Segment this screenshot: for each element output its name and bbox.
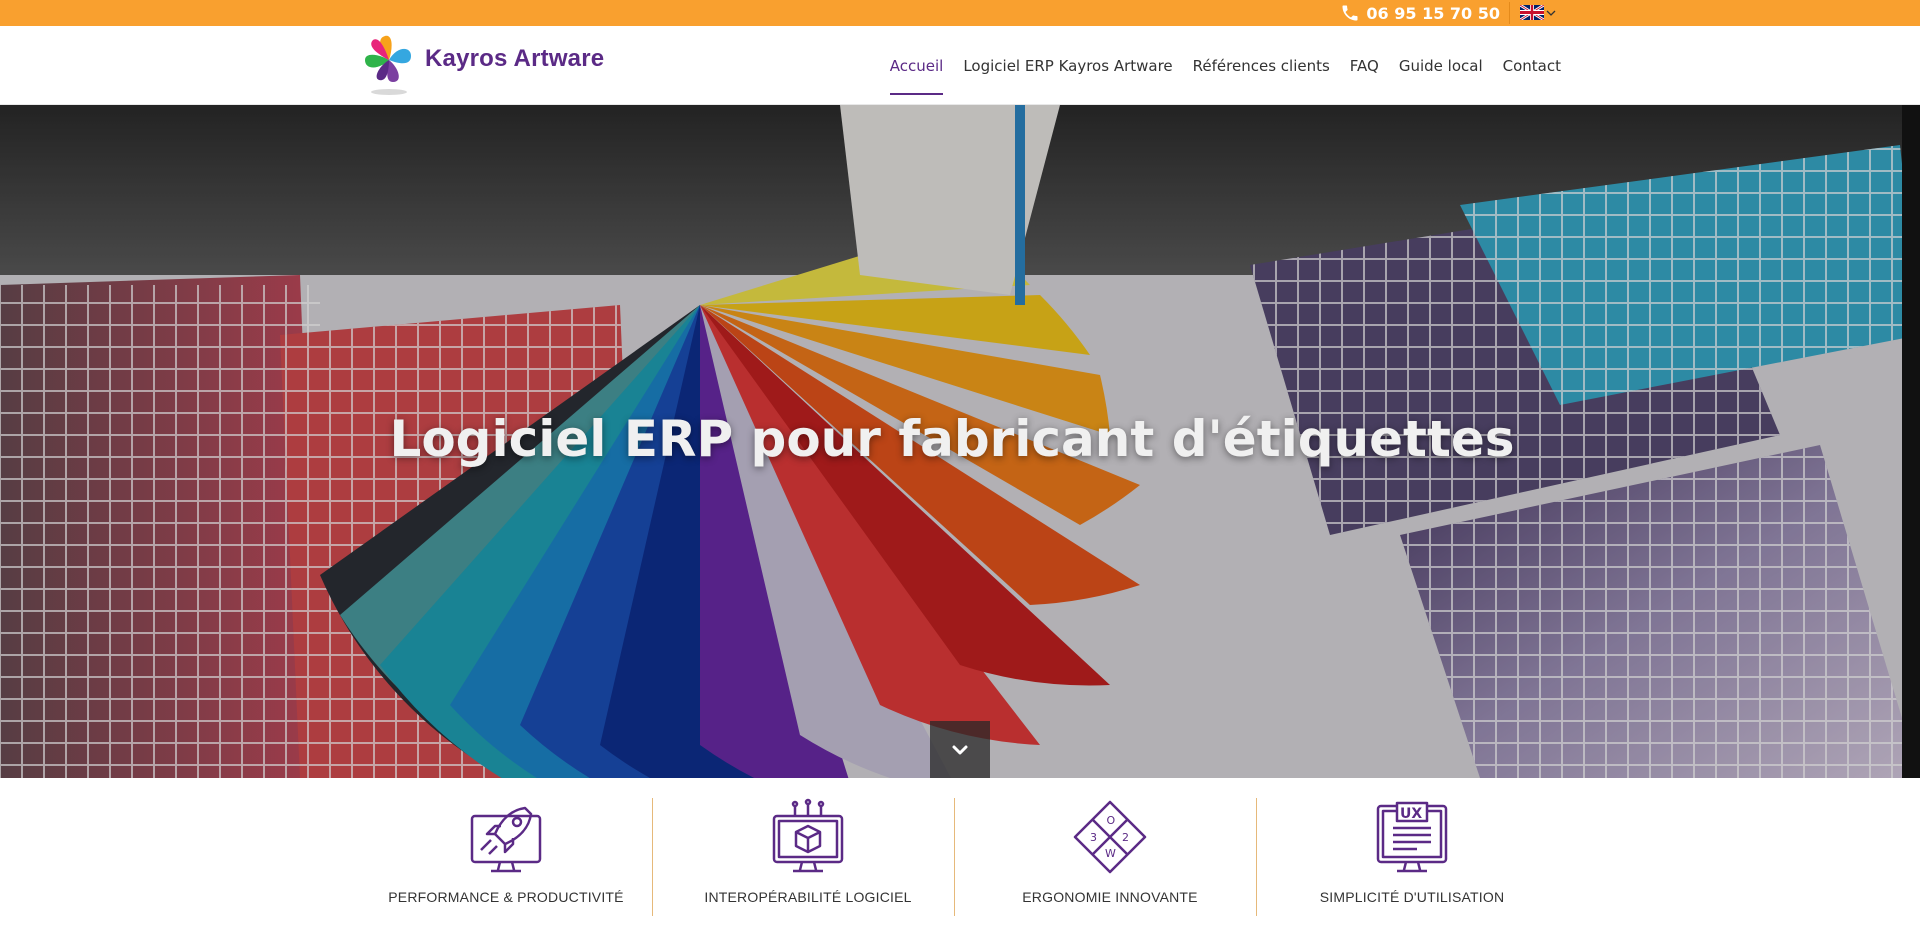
nav-item-faq[interactable]: FAQ [1350,26,1379,105]
uk-flag-icon [1520,5,1544,20]
feature-label: ERGONOMIE INNOVANTE [1022,889,1198,905]
phone-number: 06 95 15 70 50 [1366,3,1500,23]
svg-text:UX: UX [1400,806,1422,822]
main-nav: Accueil Logiciel ERP Kayros Artware Réfé… [889,26,1561,105]
feature-simplicite[interactable]: UX SIMPLICITÉ D'UTILISATION [1261,798,1563,918]
logo-text: Kayros Artware [425,45,605,72]
nav-item-accueil[interactable]: Accueil [889,26,943,105]
svg-text:W: W [1105,847,1116,860]
feature-performance[interactable]: PERFORMANCE & PRODUCTIVITÉ [355,798,657,918]
flower-logo-icon [365,35,411,95]
site-logo[interactable]: Kayros Artware [361,32,604,98]
top-bar: 06 95 15 70 50 [0,0,1920,26]
ux-monitor-icon: UX [1376,801,1448,873]
feature-label: INTEROPÉRABILITÉ LOGICIEL [704,889,912,905]
site-header: Kayros Artware Accueil Logiciel ERP Kayr… [0,26,1920,105]
svg-text:2: 2 [1122,831,1129,844]
phone-icon [1342,5,1358,21]
feature-label: SIMPLICITÉ D'UTILISATION [1319,889,1505,905]
feature-interoperabilite[interactable]: INTEROPÉRABILITÉ LOGICIEL [657,798,959,918]
nav-item-references-clients[interactable]: Références clients [1193,26,1330,105]
svg-text:O: O [1107,814,1116,827]
nav-item-guide-local[interactable]: Guide local [1399,26,1483,105]
phone-link[interactable]: 06 95 15 70 50 [1340,3,1500,23]
chevron-down-icon [952,745,968,754]
nav-item-logiciel-erp[interactable]: Logiciel ERP Kayros Artware [963,26,1172,105]
feature-divider [954,798,955,916]
language-selector[interactable] [1520,5,1556,20]
feature-ergonomie[interactable]: O 2 3 W ERGONOMIE INNOVANTE [959,798,1261,918]
scroll-down-button[interactable] [930,721,990,778]
topbar-divider [1509,2,1510,24]
features-section: PERFORMANCE & PRODUCTIVITÉ INTEROPÉRABIL… [0,778,1920,937]
chevron-down-icon [1546,10,1556,16]
nav-item-contact[interactable]: Contact [1503,26,1561,105]
feature-divider [652,798,653,916]
feature-divider [1256,798,1257,916]
hero-right-edge [1902,105,1920,778]
feature-label: PERFORMANCE & PRODUCTIVITÉ [388,889,624,905]
rocket-monitor-icon [470,806,542,873]
cube-monitor-icon [772,798,844,873]
hero-title: Logiciel ERP pour fabricant d'étiquettes [389,410,1515,468]
hero-banner: Logiciel ERP pour fabricant d'étiquettes [0,105,1920,778]
svg-text:3: 3 [1090,831,1097,844]
diamond-compass-icon: O 2 3 W [1073,800,1147,874]
